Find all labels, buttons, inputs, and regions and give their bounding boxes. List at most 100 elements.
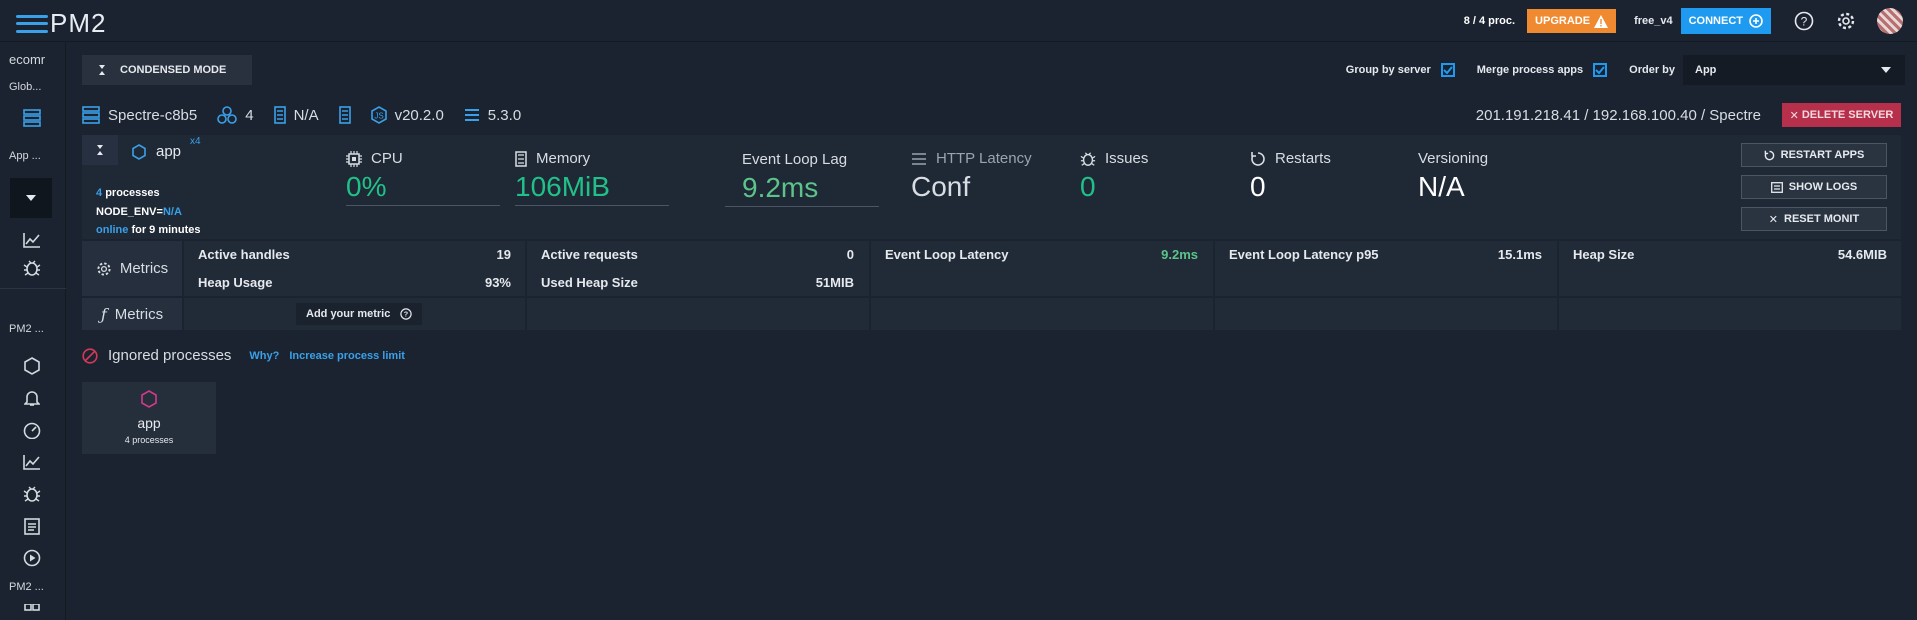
list-icon bbox=[912, 152, 926, 165]
issues-metric[interactable]: Issues 0 bbox=[1080, 150, 1148, 203]
server-stack-icon[interactable] bbox=[20, 106, 44, 130]
event-loop-latency-value: 9.2ms bbox=[1161, 247, 1198, 262]
metric-cell bbox=[1557, 298, 1901, 330]
metric-cell: Event Loop Latency p95 15.1ms bbox=[1213, 241, 1556, 296]
server-pm2-version: 5.3.0 bbox=[487, 106, 522, 124]
add-metric-button[interactable]: Add your metric ? bbox=[296, 303, 423, 325]
heap-size-value: 54.6MIB bbox=[1837, 247, 1887, 262]
cpu-metric[interactable]: CPU 0% bbox=[346, 150, 500, 206]
restarts-value: 0 bbox=[1250, 171, 1266, 202]
delete-server-button[interactable]: ✕ DELETE SERVER bbox=[1782, 103, 1901, 127]
sidebar-item-app[interactable]: App ... bbox=[9, 150, 59, 162]
order-by-select[interactable]: App bbox=[1683, 55, 1905, 85]
bell-icon[interactable] bbox=[20, 386, 44, 410]
plus-circle-icon bbox=[1749, 14, 1763, 28]
warning-icon bbox=[1594, 14, 1609, 28]
bug-icon[interactable] bbox=[20, 482, 44, 506]
versioning-value: N/A bbox=[1418, 171, 1465, 202]
memory-value: 106MiB bbox=[515, 171, 610, 202]
nodejs-icon: JS bbox=[370, 106, 387, 124]
plan-name: free_v4 bbox=[1634, 15, 1673, 27]
node-env-label: NODE_ENV= bbox=[96, 205, 163, 218]
hexagon-icon bbox=[132, 143, 146, 160]
order-by-label: Order by bbox=[1629, 64, 1675, 76]
restart-apps-button[interactable]: RESTART APPS bbox=[1741, 143, 1887, 167]
reset-monit-button[interactable]: ✕ RESET MONIT bbox=[1741, 207, 1887, 231]
reset-monit-label: RESET MONIT bbox=[1784, 213, 1860, 225]
pm2-logo[interactable]: PM2 bbox=[16, 8, 106, 39]
event-loop-lag-metric[interactable]: Event Loop Lag 9.2ms bbox=[725, 151, 879, 207]
http-latency-metric[interactable]: HTTP Latency Conf bbox=[911, 150, 1032, 203]
condensed-mode-button[interactable]: CONDENSED MODE bbox=[82, 55, 252, 85]
grid-icon[interactable] bbox=[20, 604, 44, 618]
functions-metrics-row: ƒ Metrics Add your metric ? bbox=[82, 298, 1901, 330]
user-avatar[interactable] bbox=[1877, 8, 1903, 34]
memory-icon bbox=[273, 106, 286, 124]
gauge-icon[interactable] bbox=[20, 418, 44, 442]
node-env-value: N/A bbox=[162, 205, 182, 218]
sidebar-section-pm2[interactable]: PM2 ... bbox=[9, 323, 59, 335]
menu-bars-icon bbox=[16, 13, 48, 35]
memory-metric[interactable]: Memory 106MiB bbox=[515, 150, 669, 206]
pm2-bars-icon bbox=[464, 109, 479, 121]
close-icon: ✕ bbox=[1789, 109, 1799, 122]
metric-cell: Add your metric ? bbox=[182, 298, 525, 330]
metric-cell: Event Loop Latency 9.2ms bbox=[869, 241, 1212, 296]
clipboard-icon[interactable] bbox=[20, 514, 44, 538]
connect-button[interactable]: CONNECT bbox=[1680, 8, 1771, 34]
processes-label: processes bbox=[105, 187, 160, 199]
bucket-label[interactable]: ecomr bbox=[9, 52, 59, 67]
cpu-label: CPU bbox=[371, 150, 403, 167]
http-latency-label: HTTP Latency bbox=[936, 150, 1032, 167]
sidebar-item-global[interactable]: Glob... bbox=[9, 81, 59, 93]
why-link[interactable]: Why? bbox=[249, 350, 279, 362]
chart-line-icon[interactable] bbox=[20, 450, 44, 474]
bug-icon[interactable] bbox=[20, 256, 44, 280]
restarts-label: Restarts bbox=[1275, 150, 1331, 167]
ignored-app-card[interactable]: app 4 processes bbox=[82, 382, 216, 454]
sidebar: ecomr Glob... App ... PM2 ... PM2 ... bbox=[0, 42, 66, 620]
restarts-metric[interactable]: Restarts 0 bbox=[1250, 150, 1331, 203]
metric-cell: Active handles 19 Heap Usage 93% bbox=[182, 241, 525, 296]
event-loop-latency-label: Event Loop Latency bbox=[885, 247, 1009, 262]
ignored-app-name: app bbox=[137, 415, 161, 431]
cluster-icon bbox=[217, 106, 238, 124]
collapse-app-button[interactable] bbox=[82, 135, 118, 165]
merge-process-apps-checkbox[interactable] bbox=[1593, 63, 1608, 77]
issues-value: 0 bbox=[1080, 171, 1096, 202]
svg-text:?: ? bbox=[1801, 15, 1808, 29]
server-name-item[interactable]: Spectre-c8b5 bbox=[82, 106, 197, 124]
upgrade-button[interactable]: UPGRADE bbox=[1527, 9, 1617, 33]
metric-cell bbox=[1213, 298, 1556, 330]
ignored-title: Ignored processes bbox=[108, 347, 232, 364]
checkmark-icon bbox=[1443, 66, 1453, 74]
group-by-server-checkbox[interactable] bbox=[1440, 63, 1455, 77]
process-count-value: 4 bbox=[96, 187, 103, 199]
play-circle-icon[interactable] bbox=[20, 546, 44, 570]
settings-gear-icon[interactable] bbox=[1835, 10, 1857, 32]
server-stack-icon bbox=[82, 106, 100, 124]
app-dropdown[interactable] bbox=[10, 178, 52, 218]
memory-icon bbox=[515, 150, 527, 167]
status-text: online bbox=[96, 224, 129, 236]
sidebar-section-pm2-2[interactable]: PM2 ... bbox=[9, 581, 59, 593]
event-loop-latency-p95-value: 15.1ms bbox=[1497, 247, 1542, 262]
hexagon-icon bbox=[82, 390, 216, 411]
app-title[interactable]: app bbox=[132, 143, 181, 160]
server-memory-item: N/A bbox=[273, 106, 319, 124]
condensed-mode-label: CONDENSED MODE bbox=[120, 64, 227, 76]
event-loop-latency-p95-label: Event Loop Latency p95 bbox=[1229, 247, 1379, 262]
main-content: CONDENSED MODE Group by server Merge pro… bbox=[66, 42, 1917, 620]
cpu-sparkline bbox=[346, 205, 500, 206]
versioning-metric[interactable]: Versioning N/A bbox=[1418, 150, 1488, 203]
used-heap-size-label: Used Heap Size bbox=[541, 275, 638, 290]
metric-cell: Heap Size 54.6MIB bbox=[1557, 241, 1901, 296]
chart-line-icon[interactable] bbox=[20, 228, 44, 252]
increase-limit-link[interactable]: Increase process limit bbox=[289, 350, 405, 362]
show-logs-button[interactable]: SHOW LOGS bbox=[1741, 175, 1887, 199]
metrics-gear-icon bbox=[97, 261, 111, 276]
hexagon-icon[interactable] bbox=[20, 354, 44, 378]
add-metric-label: Add your metric bbox=[306, 308, 391, 320]
close-icon: ✕ bbox=[1768, 213, 1779, 226]
help-icon[interactable]: ? bbox=[1793, 10, 1815, 32]
